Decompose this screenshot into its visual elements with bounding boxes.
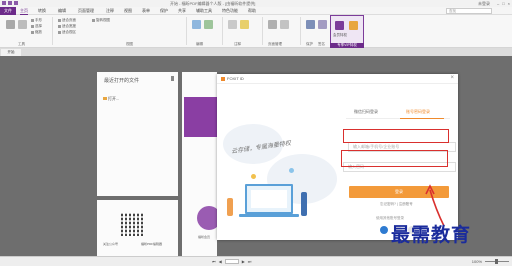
- last-page-icon[interactable]: ⏭: [248, 259, 252, 264]
- ribbon-group-protect: 保护: [304, 16, 318, 46]
- menu-protect[interactable]: 保护: [160, 8, 168, 14]
- menu-page-manage[interactable]: 页面管理: [78, 8, 94, 14]
- person-illustration: [301, 192, 307, 216]
- close-icon[interactable]: ×: [508, 1, 510, 6]
- ribbon-group-label: 保护: [306, 42, 313, 46]
- ribbon-group-label: 视图: [126, 42, 133, 46]
- page-navigation: ⏮ ◀ ▶ ⏭: [212, 259, 251, 264]
- ribbon-item[interactable]: 选择: [35, 24, 42, 28]
- undo-icon[interactable]: [14, 1, 18, 5]
- protect-icon[interactable]: [306, 20, 315, 29]
- zoom-level[interactable]: 100%: [472, 259, 482, 264]
- ribbon-group-pages: 页面管理: [266, 16, 298, 46]
- typewriter-icon[interactable]: [228, 20, 237, 29]
- menu-form[interactable]: 表单: [142, 8, 150, 14]
- ribbon-toolbar: 手形 选择 缩放 工具 适合页面 适合宽度 适合视区 旋转视图 视图 编辑 注释…: [0, 15, 512, 48]
- ribbon-group-label: 注释: [234, 42, 241, 46]
- zoom-slider[interactable]: [485, 259, 509, 264]
- folder-icon: [103, 97, 107, 101]
- status-bar: ⏮ ◀ ▶ ⏭ 100%: [0, 256, 512, 266]
- person-illustration: [227, 198, 233, 216]
- window-controls: – □ ×: [497, 1, 510, 6]
- foxit-logo-icon: [221, 77, 225, 81]
- hand-tool-icon[interactable]: [6, 20, 15, 29]
- tab-wechat-login[interactable]: 微信扫码登录: [354, 109, 378, 115]
- dialog-title: FOXIT ID: [227, 76, 244, 81]
- ribbon-group-tools: 手形 选择 缩放 工具: [4, 16, 48, 46]
- forgot-register-links[interactable]: 忘记密码? | 注册账号: [380, 202, 413, 207]
- menu-help[interactable]: 帮助: [248, 8, 256, 14]
- menu-accessibility[interactable]: 辅助工具: [196, 8, 212, 14]
- qq-login-icon[interactable]: [380, 226, 388, 234]
- save-icon[interactable]: [8, 1, 12, 5]
- ribbon-item[interactable]: 适合页面: [62, 18, 76, 22]
- close-icon[interactable]: ×: [450, 75, 454, 81]
- prev-page-icon[interactable]: ◀: [219, 259, 222, 264]
- ribbon-item[interactable]: 旋转视图: [96, 18, 110, 22]
- ribbon-item[interactable]: 适合视区: [62, 30, 76, 34]
- select-tool-icon[interactable]: [18, 20, 27, 29]
- ribbon-group-comment: 注释: [226, 16, 260, 46]
- menu-home[interactable]: 主页: [20, 8, 28, 15]
- illustration: 云存储，专属海量特权: [217, 84, 342, 240]
- ribbon-group-view: 适合页面 适合宽度 适合视区 旋转视图 视图: [56, 16, 146, 46]
- tab-password-login[interactable]: 账号密码登录: [406, 109, 430, 115]
- ribbon-group-label: 页面管理: [268, 42, 282, 46]
- recent-files-panel: 最近打开的文件 打开...: [97, 72, 178, 196]
- ribbon-item[interactable]: 适合宽度: [62, 24, 76, 28]
- promo-banner: [184, 97, 217, 137]
- ribbon-group-label: 工具: [18, 42, 25, 46]
- title-bar: 开始 - 福昕PDF编辑器个人版 - [由福昕软件提供] 未登录 – □ ×: [0, 0, 512, 7]
- search-input[interactable]: 查找: [446, 8, 492, 14]
- login-button[interactable]: 登录: [349, 186, 449, 198]
- ribbon-group-sign: 签名: [318, 16, 330, 46]
- vip-privilege-group[interactable]: 会员特权 专享VIP特权: [330, 15, 364, 48]
- tab-start[interactable]: 开始: [1, 49, 21, 56]
- delete-page-icon[interactable]: [280, 20, 289, 29]
- menu-bar: 文件 主页 转换 编辑 页面管理 注释 视图 表单 保护 共享 辅助工具 特色功…: [0, 7, 512, 15]
- menu-share[interactable]: 共享: [178, 8, 186, 14]
- next-page-icon[interactable]: ▶: [242, 259, 245, 264]
- first-page-icon[interactable]: ⏮: [212, 259, 216, 264]
- insert-page-icon[interactable]: [268, 20, 277, 29]
- menu-view[interactable]: 视图: [124, 8, 132, 14]
- vip-icon[interactable]: [335, 21, 344, 30]
- ribbon-group-label: 签名: [318, 42, 325, 46]
- ribbon-item[interactable]: 手形: [35, 18, 42, 22]
- vip-item-label: 会员特权: [333, 33, 347, 37]
- qr-code-image: [121, 213, 144, 236]
- laptop-illustration: [245, 184, 293, 214]
- recent-files-title: 最近打开的文件: [104, 78, 140, 84]
- maximize-icon[interactable]: □: [502, 1, 504, 6]
- menu-comment[interactable]: 注释: [106, 8, 114, 14]
- password-highlight-box: [341, 150, 448, 167]
- ribbon-group-label: 编辑: [196, 42, 203, 46]
- quick-access-toolbar: [2, 1, 18, 5]
- ribbon-item[interactable]: 缩放: [35, 30, 42, 34]
- app-logo-icon: [2, 1, 6, 5]
- member-icon[interactable]: [349, 21, 358, 30]
- page-number-input[interactable]: [224, 259, 239, 264]
- qr-label-left: 关注公众号: [103, 242, 119, 246]
- menu-features[interactable]: 特色功能: [222, 8, 238, 14]
- ribbon-group-edit: 编辑: [190, 16, 220, 46]
- sign-icon[interactable]: [318, 20, 327, 29]
- qr-label-right: 福昕PDF编辑器: [141, 242, 163, 246]
- edit-object-icon[interactable]: [204, 20, 213, 29]
- member-badge-label: 福昕会员: [198, 235, 211, 239]
- panel-menu-icon[interactable]: [171, 76, 174, 81]
- menu-convert[interactable]: 转换: [38, 8, 46, 14]
- qr-code-card: 关注公众号 福昕PDF编辑器: [97, 200, 178, 256]
- dialog-title-bar: FOXIT ID ×: [217, 74, 458, 84]
- watermark-text: 最需教育: [391, 224, 472, 246]
- minimize-icon[interactable]: –: [497, 1, 499, 6]
- edit-text-icon[interactable]: [192, 20, 201, 29]
- promo-card: 福昕会员: [182, 72, 221, 256]
- menu-edit[interactable]: 编辑: [58, 8, 66, 14]
- highlight-icon[interactable]: [240, 20, 249, 29]
- open-file-link[interactable]: 打开...: [103, 96, 119, 102]
- document-tab-bar: 开始: [0, 48, 512, 56]
- account-highlight-box: [343, 129, 449, 143]
- menu-file[interactable]: 文件: [0, 7, 16, 15]
